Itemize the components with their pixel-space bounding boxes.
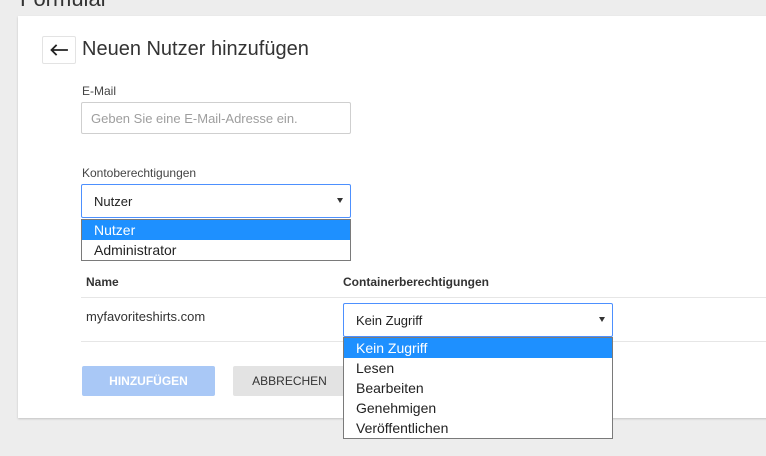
account-permissions-dropdown: Nutzer Administrator [81, 219, 351, 261]
back-button[interactable] [42, 36, 76, 64]
table-header-name: Name [86, 275, 119, 289]
container-permissions-value: Kein Zugriff [356, 313, 423, 328]
add-user-card: Neuen Nutzer hinzufügen E-Mail Kontobere… [18, 16, 766, 439]
caret-down-icon [337, 198, 343, 203]
page-title: Neuen Nutzer hinzufügen [82, 38, 309, 60]
table-row-name: myfavoriteshirts.com [86, 309, 206, 324]
cancel-button[interactable]: ABBRECHEN [233, 366, 346, 396]
container-option-lesen[interactable]: Lesen [344, 358, 612, 378]
add-button[interactable]: HINZUFÜGEN [82, 366, 215, 396]
container-permissions-dropdown: Kein Zugriff Lesen Bearbeiten Genehmigen… [343, 337, 613, 439]
email-label: E-Mail [82, 84, 117, 98]
account-option-nutzer[interactable]: Nutzer [82, 220, 350, 240]
account-permissions-value: Nutzer [94, 194, 133, 209]
email-field[interactable] [81, 102, 351, 134]
container-permissions-select[interactable]: Kein Zugriff [343, 303, 613, 337]
account-option-administrator[interactable]: Administrator [82, 240, 350, 260]
top-strip: Formular [0, 0, 766, 16]
container-option-bearbeiten[interactable]: Bearbeiten [344, 378, 612, 398]
container-option-genehmigen[interactable]: Genehmigen [344, 398, 612, 418]
caret-down-icon [599, 317, 605, 322]
clipped-page-heading: Formular [20, 0, 108, 12]
container-option-veroeffentlichen[interactable]: Veröffentlichen [344, 418, 612, 438]
account-permissions-select[interactable]: Nutzer [81, 184, 351, 218]
arrow-left-icon [50, 44, 68, 56]
account-permissions-label: Kontoberechtigungen [82, 166, 197, 180]
table-divider [81, 297, 766, 298]
container-option-kein-zugriff[interactable]: Kein Zugriff [344, 338, 612, 358]
table-header-permissions: Containerberechtigungen [343, 275, 490, 289]
